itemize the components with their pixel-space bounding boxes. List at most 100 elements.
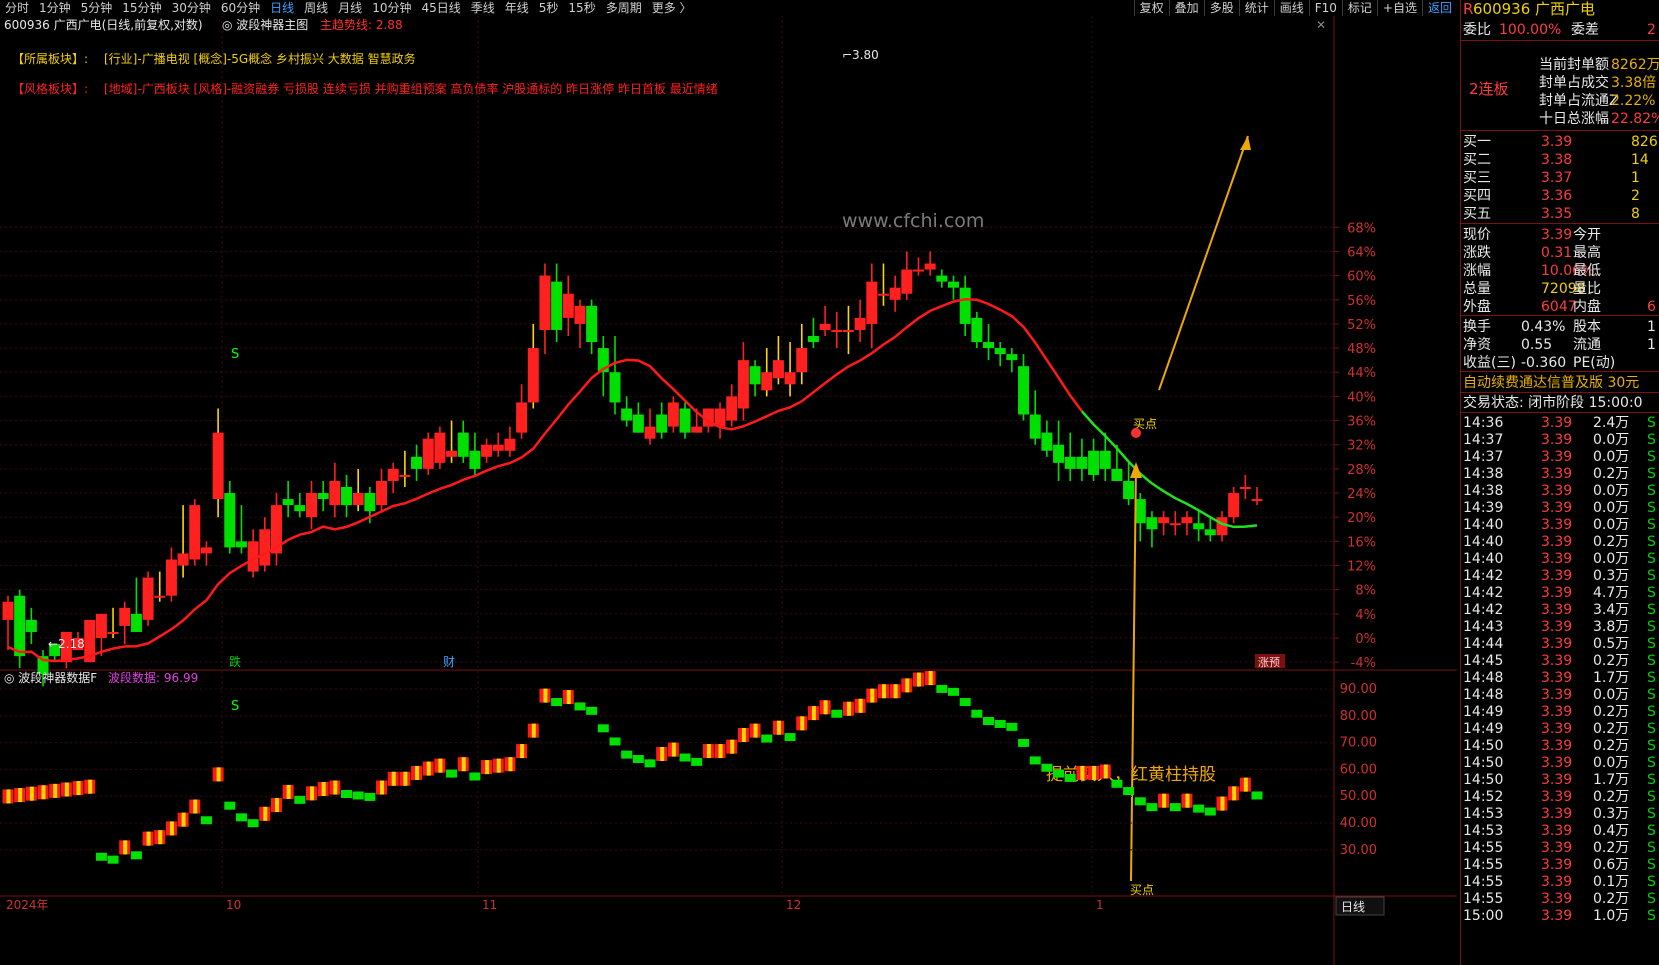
period-tab-13[interactable]: 5秒 (534, 0, 564, 16)
tool-button-2[interactable]: 多股 (1203, 0, 1239, 16)
tick-row: 14:55 3.39 0.2万 S (1461, 890, 1659, 908)
x-axis-label: 10 (226, 898, 241, 912)
candle-body (95, 613, 107, 638)
seal-value: 8262万 (1611, 57, 1659, 73)
tick-side: S (1647, 891, 1656, 907)
tool-button-8[interactable]: 返回 (1421, 0, 1457, 16)
tick-row: 14:42 3.39 4.7万 S (1461, 584, 1659, 602)
tick-price: 3.39 (1541, 585, 1573, 601)
divider (1461, 40, 1659, 41)
tick-price: 3.39 (1541, 432, 1573, 448)
period-tab-9[interactable]: 10分钟 (367, 0, 416, 16)
tick-volume: 1.0万 (1593, 908, 1630, 924)
board-label-1: 【所属板块】: (12, 52, 88, 66)
candle-body (609, 372, 621, 403)
sub-bar (831, 709, 843, 718)
tick-side: S (1647, 874, 1656, 890)
tick-row: 14:50 3.39 1.7万 S (1461, 771, 1659, 789)
book-volume: 14 (1631, 152, 1649, 168)
tick-row: 14:42 3.39 0.3万 S (1461, 567, 1659, 585)
tick-price: 3.39 (1541, 687, 1573, 703)
period-tab-16[interactable]: 更多 〉 (647, 0, 697, 16)
sub-bar-core (123, 840, 128, 855)
tick-price: 3.39 (1541, 466, 1573, 482)
sub-bar (247, 819, 259, 828)
sub-bar-core (18, 788, 23, 803)
sub-bar (761, 734, 773, 743)
sub-bar-core (6, 789, 11, 804)
axis-tick-label: 36% (1347, 415, 1376, 430)
tool-button-0[interactable]: 复权 (1133, 0, 1169, 16)
period-tab-8[interactable]: 月线 (333, 0, 367, 16)
watermark: www.cfchi.com (842, 210, 984, 232)
tick-row: 14:42 3.39 3.4万 S (1461, 601, 1659, 619)
period-tab-6[interactable]: 日线 (265, 0, 299, 16)
period-tab-3[interactable]: 15分钟 (117, 0, 166, 16)
weicha-value: 2 (1647, 22, 1656, 38)
tick-price: 3.39 (1541, 517, 1573, 533)
tick-row: 14:38 3.39 0.0万 S (1461, 482, 1659, 500)
candle-body (25, 619, 37, 632)
candle-body (14, 595, 26, 657)
period-tab-10[interactable]: 45日线 (416, 0, 465, 16)
tick-row: 14:43 3.39 3.8万 S (1461, 618, 1659, 636)
tool-button-4[interactable]: 画线 (1273, 0, 1309, 16)
tick-time: 14:44 (1463, 636, 1504, 652)
stat-label: 最高 (1573, 245, 1601, 261)
period-tab-15[interactable]: 多周期 (601, 0, 647, 16)
period-tab-14[interactable]: 15秒 (563, 0, 600, 16)
sub-bar (784, 733, 796, 742)
order-book-row: 买二 3.38 14 (1461, 151, 1659, 169)
tool-button-5[interactable]: F10 (1308, 0, 1342, 16)
tick-row: 14:37 3.39 0.0万 S (1461, 448, 1659, 466)
stats-row: 涨跌 0.31 最高 (1461, 244, 1659, 262)
tool-button-7[interactable]: +自选 (1376, 0, 1422, 16)
warning-marker: 涨预 (1258, 656, 1280, 669)
candle-body (854, 317, 866, 330)
tool-button-3[interactable]: 统计 (1238, 0, 1274, 16)
tick-side: S (1647, 704, 1656, 720)
tool-button-6[interactable]: 标记 (1341, 0, 1377, 16)
sub-bar-core (181, 812, 186, 827)
sub-indicator-title: ◎ 波段神器数据F (4, 670, 97, 685)
tick-time: 14:37 (1463, 449, 1504, 465)
period-tab-5[interactable]: 60分钟 (216, 0, 265, 16)
period-tab-2[interactable]: 5分钟 (76, 0, 118, 16)
period-tab-1[interactable]: 1分钟 (34, 0, 76, 16)
sub-bar-core (811, 706, 816, 721)
divider (1461, 371, 1659, 372)
tool-button-1[interactable]: 叠加 (1168, 0, 1204, 16)
sub-bar-core (566, 690, 571, 705)
period-tab-11[interactable]: 季线 (466, 0, 500, 16)
period-tab-0[interactable]: 分时 (0, 0, 34, 16)
high-price-label: ⌐3.80 (842, 48, 879, 62)
tick-side: S (1647, 840, 1656, 856)
period-tab-4[interactable]: 30分钟 (167, 0, 216, 16)
axis-tick-label: 56% (1347, 294, 1376, 309)
candle-body (1193, 523, 1205, 530)
book-label: 买四 (1463, 188, 1491, 204)
tick-price: 3.39 (1541, 721, 1573, 737)
stats2-row: 净资 0.55 流通 1 (1461, 336, 1659, 354)
tick-price: 3.39 (1541, 891, 1573, 907)
tick-price: 3.39 (1541, 602, 1573, 618)
period-tab-12[interactable]: 年线 (500, 0, 534, 16)
candle-body (574, 305, 586, 324)
stock-header: R 600936 广西广电 (1461, 0, 1659, 18)
tick-side: S (1647, 449, 1656, 465)
tick-time: 14:36 (1463, 415, 1504, 431)
candle-body (948, 281, 960, 288)
kline-chart[interactable]: 68% 64% 60% 56% 52% 48% 44% 40% 36% 32% 28% 24% 20% 1… (0, 16, 1457, 965)
ad-row[interactable]: 自动续费通达信普及版 30元 (1461, 374, 1659, 392)
axis-tick-label: 40% (1347, 390, 1376, 405)
stat-value: 1 (1647, 337, 1656, 353)
sub-bar (107, 855, 119, 864)
sub-bar-core (333, 780, 338, 795)
book-label: 买一 (1463, 134, 1491, 150)
tick-row: 14:40 3.39 0.2万 S (1461, 533, 1659, 551)
stat-value: 0.43% (1521, 319, 1566, 335)
book-price: 3.39 (1541, 134, 1573, 150)
period-tab-7[interactable]: 周线 (299, 0, 333, 16)
tick-volume: 0.3万 (1593, 806, 1630, 822)
sub-bar-core (928, 671, 933, 686)
